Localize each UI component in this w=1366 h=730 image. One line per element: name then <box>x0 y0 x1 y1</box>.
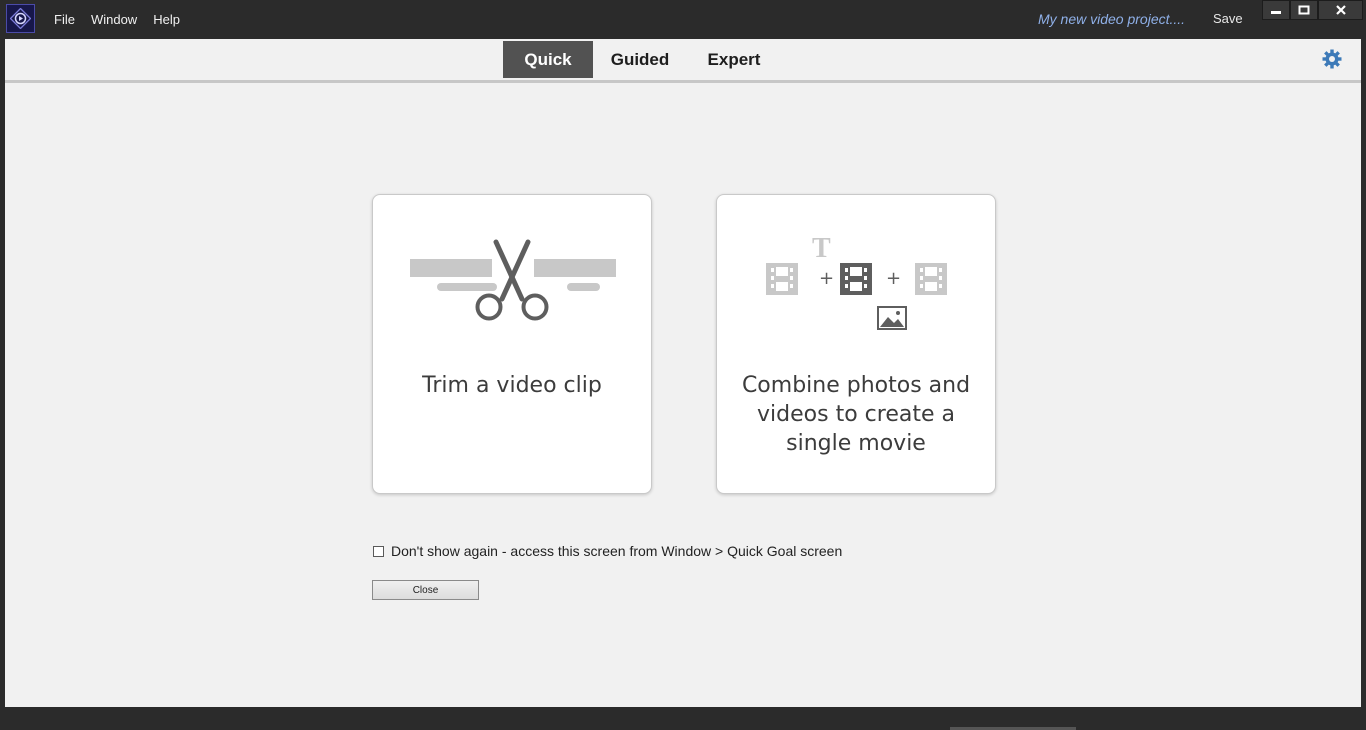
combine-card-label: Combine photos and videos to create a si… <box>717 371 995 458</box>
svg-text:T: T <box>812 233 831 264</box>
film-strip-icon <box>766 263 798 295</box>
trim-card-label: Trim a video clip <box>422 373 602 398</box>
combine-card-label-line-3: single movie <box>786 431 926 456</box>
tab-guided[interactable]: Guided <box>601 41 679 78</box>
combine-card-label-line-1: Combine photos and <box>741 373 971 398</box>
tab-quick[interactable]: Quick <box>503 41 593 78</box>
combine-card-label-line-2: videos to create a <box>757 402 955 427</box>
minimize-button[interactable] <box>1262 0 1290 20</box>
maximize-button[interactable] <box>1290 0 1318 20</box>
title-bar: File Window Help My new video project...… <box>0 0 1366 39</box>
svg-text:+: + <box>886 268 901 289</box>
combine-media-icon: T + + <box>766 233 947 330</box>
menu-window[interactable]: Window <box>91 12 137 27</box>
photo-icon <box>877 306 907 330</box>
close-icon <box>1335 5 1346 15</box>
mode-tab-bar: Quick Guided Expert <box>5 39 1361 83</box>
app-logo[interactable] <box>6 4 35 33</box>
gear-icon[interactable] <box>1321 48 1343 70</box>
menu-file[interactable]: File <box>54 12 75 27</box>
menu-help[interactable]: Help <box>153 12 180 27</box>
quick-goal-screen: Quick Guided Expert Trim a video clip T … <box>5 39 1361 707</box>
minimize-icon <box>1271 11 1281 14</box>
dont-show-again-checkbox[interactable] <box>373 545 384 557</box>
close-button[interactable]: Close <box>372 580 479 600</box>
maximize-icon <box>1298 5 1310 15</box>
scissors-trim-icon <box>410 239 616 321</box>
save-button[interactable]: Save <box>1213 11 1243 26</box>
dont-show-again-option: Don't show again - access this screen fr… <box>373 543 842 559</box>
menu-bar: File Window Help <box>54 12 196 27</box>
premiere-elements-logo-icon <box>10 8 31 29</box>
trim-video-card[interactable]: Trim a video clip <box>372 194 652 494</box>
window-controls <box>1262 0 1363 20</box>
project-name[interactable]: My new video project.... <box>1038 11 1185 27</box>
dont-show-again-label[interactable]: Don't show again - access this screen fr… <box>391 543 842 559</box>
close-window-button[interactable] <box>1318 0 1363 20</box>
combine-media-card[interactable]: T + + Combine photos and videos to creat… <box>716 194 996 494</box>
tab-expert[interactable]: Expert <box>697 41 771 78</box>
status-bar <box>0 707 1366 730</box>
svg-text:+: + <box>819 268 834 289</box>
